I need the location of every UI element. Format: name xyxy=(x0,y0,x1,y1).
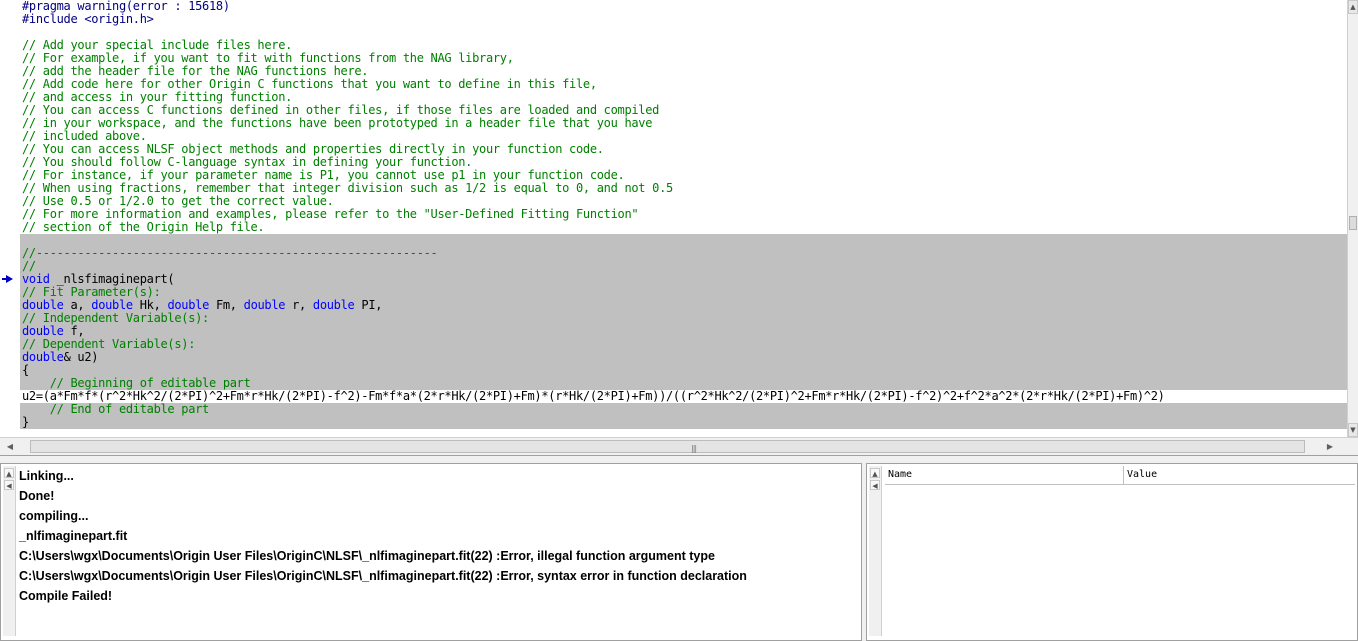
code-comment: // For example, if you want to fit with … xyxy=(22,51,514,65)
code-comment: // Add code here for other Origin C func… xyxy=(22,77,597,91)
code-text: _nlsfimaginepart( xyxy=(49,272,175,286)
variables-mini-scrollbar[interactable]: ▲ ◀ xyxy=(869,466,882,636)
code-keyword: double xyxy=(22,350,64,364)
output-text: Linking... Done! compiling... _nlfimagin… xyxy=(19,466,857,606)
code-keyword: double xyxy=(243,298,286,312)
horizontal-scroll-thumb[interactable]: ||| xyxy=(30,440,1305,453)
code-keyword: double xyxy=(312,298,355,312)
vertical-scroll-thumb[interactable] xyxy=(1349,216,1357,230)
variables-window[interactable]: ▲ ◀ Name Value xyxy=(866,463,1358,641)
scroll-right-icon[interactable]: ▶ xyxy=(1322,439,1338,454)
code-comment: // You can access C functions defined in… xyxy=(22,103,660,117)
code-text: PI, xyxy=(354,298,383,312)
code-comment: // Dependent Variable(s): xyxy=(22,337,196,351)
scroll-up-icon[interactable]: ▲ xyxy=(1348,0,1358,14)
code-line[interactable]: #pragma warning(error : 15618) xyxy=(20,0,1347,13)
column-header-name[interactable]: Name xyxy=(885,466,1124,484)
code-text: u2=(a*Fm*f*(r^2*Hk^2/(2*PI)^2+Fm*r*Hk/(2… xyxy=(22,389,1165,403)
vertical-scrollbar[interactable]: ▲ ▼ xyxy=(1347,0,1358,437)
code-comment: // Independent Variable(s): xyxy=(22,311,209,325)
code-comment: // section of the Origin Help file. xyxy=(22,220,265,234)
output-line: Linking... xyxy=(19,469,74,483)
code-line[interactable]: // in your workspace, and the functions … xyxy=(20,117,1347,130)
scroll-left-icon[interactable]: ◀ xyxy=(4,480,14,490)
code-text: & u2) xyxy=(63,350,99,364)
code-line[interactable]: #include <origin.h> xyxy=(20,13,1347,26)
code-line[interactable]: // End of editable part xyxy=(20,403,1347,416)
code-keyword: double xyxy=(91,298,133,312)
code-area[interactable]: #pragma warning(error : 15618) #include <… xyxy=(20,0,1347,437)
output-line: compiling... xyxy=(19,509,89,523)
code-line[interactable]: // Independent Variable(s): xyxy=(20,312,1347,325)
code-comment: // and access in your fitting function. xyxy=(22,90,293,104)
output-line: C:\Users\wgx\Documents\Origin User Files… xyxy=(19,569,747,583)
code-text: } xyxy=(22,415,29,429)
scroll-up-icon[interactable]: ▲ xyxy=(4,468,14,478)
code-text: r, xyxy=(285,298,313,312)
output-line: Done! xyxy=(19,489,55,503)
code-comment: // When using fractions, remember that i… xyxy=(22,181,673,195)
output-window[interactable]: ▲ ◀ Linking... Done! compiling... _nlfim… xyxy=(0,463,862,641)
output-line: _nlfimaginepart.fit xyxy=(19,529,128,543)
output-line: Compile Failed! xyxy=(19,589,113,603)
code-comment: // You can access NLSF object methods an… xyxy=(22,142,604,156)
code-text: Hk, xyxy=(132,298,168,312)
code-line[interactable]: // section of the Origin Help file. xyxy=(20,221,1347,234)
scroll-up-icon[interactable]: ▲ xyxy=(870,468,880,478)
code-text: { xyxy=(22,363,29,377)
scroll-left-icon[interactable]: ◀ xyxy=(2,439,18,454)
code-line[interactable]: //--------------------------------------… xyxy=(20,247,1347,260)
horizontal-scrollbar[interactable]: ◀ ||| ▶ xyxy=(0,437,1358,455)
code-editor[interactable]: #pragma warning(error : 15618) #include <… xyxy=(0,0,1358,456)
code-comment: // For instance, if your parameter name … xyxy=(22,168,625,182)
code-keyword: double xyxy=(22,324,64,338)
code-comment: // You should follow C-language syntax i… xyxy=(22,155,473,169)
scroll-left-icon[interactable]: ◀ xyxy=(870,480,880,490)
code-text: a, xyxy=(63,298,92,312)
code-keyword: double xyxy=(167,298,210,312)
code-comment: // xyxy=(22,259,36,273)
code-keyword: double xyxy=(22,298,64,312)
code-comment: // add the header file for the NAG funct… xyxy=(22,64,369,78)
code-keyword: void xyxy=(22,272,50,286)
output-line: C:\Users\wgx\Documents\Origin User Files… xyxy=(19,549,715,563)
column-header-value[interactable]: Value xyxy=(1124,466,1354,484)
code-comment: // Fit Parameter(s): xyxy=(22,285,161,299)
code-preprocessor: #include <origin.h> xyxy=(22,12,154,26)
code-line[interactable]: double f, xyxy=(20,325,1347,338)
code-comment: // Add your special include files here. xyxy=(22,38,293,52)
current-line-arrow-icon xyxy=(2,275,13,283)
grip-icon: ||| xyxy=(691,444,697,453)
editor-gutter xyxy=(0,0,20,437)
code-comment: // End of editable part xyxy=(22,402,210,416)
code-comment: // Beginning of editable part xyxy=(22,376,251,390)
code-line[interactable]: double a, double Hk, double Fm, double r… xyxy=(20,299,1347,312)
code-comment: // Use 0.5 or 1/2.0 to get the correct v… xyxy=(22,194,334,208)
code-text: f, xyxy=(63,324,85,338)
code-comment: // For more information and examples, pl… xyxy=(22,207,639,221)
scroll-down-icon[interactable]: ▼ xyxy=(1348,423,1358,437)
code-line[interactable]: // xyxy=(20,260,1347,273)
variables-header: Name Value xyxy=(885,466,1355,485)
code-line[interactable]: u2=(a*Fm*f*(r^2*Hk^2/(2*PI)^2+Fm*r*Hk/(2… xyxy=(20,390,1347,403)
code-line[interactable]: } xyxy=(20,416,1347,429)
code-comment: // in your workspace, and the functions … xyxy=(22,116,653,130)
code-comment: //--------------------------------------… xyxy=(22,246,438,260)
code-comment: // included above. xyxy=(22,129,147,143)
code-line[interactable]: // Dependent Variable(s): xyxy=(20,338,1347,351)
output-mini-scrollbar[interactable]: ▲ ◀ xyxy=(3,466,16,636)
code-line[interactable]: double& u2) xyxy=(20,351,1347,364)
code-line[interactable]: void _nlsfimaginepart( xyxy=(20,273,1347,286)
code-text: Fm, xyxy=(209,298,244,312)
